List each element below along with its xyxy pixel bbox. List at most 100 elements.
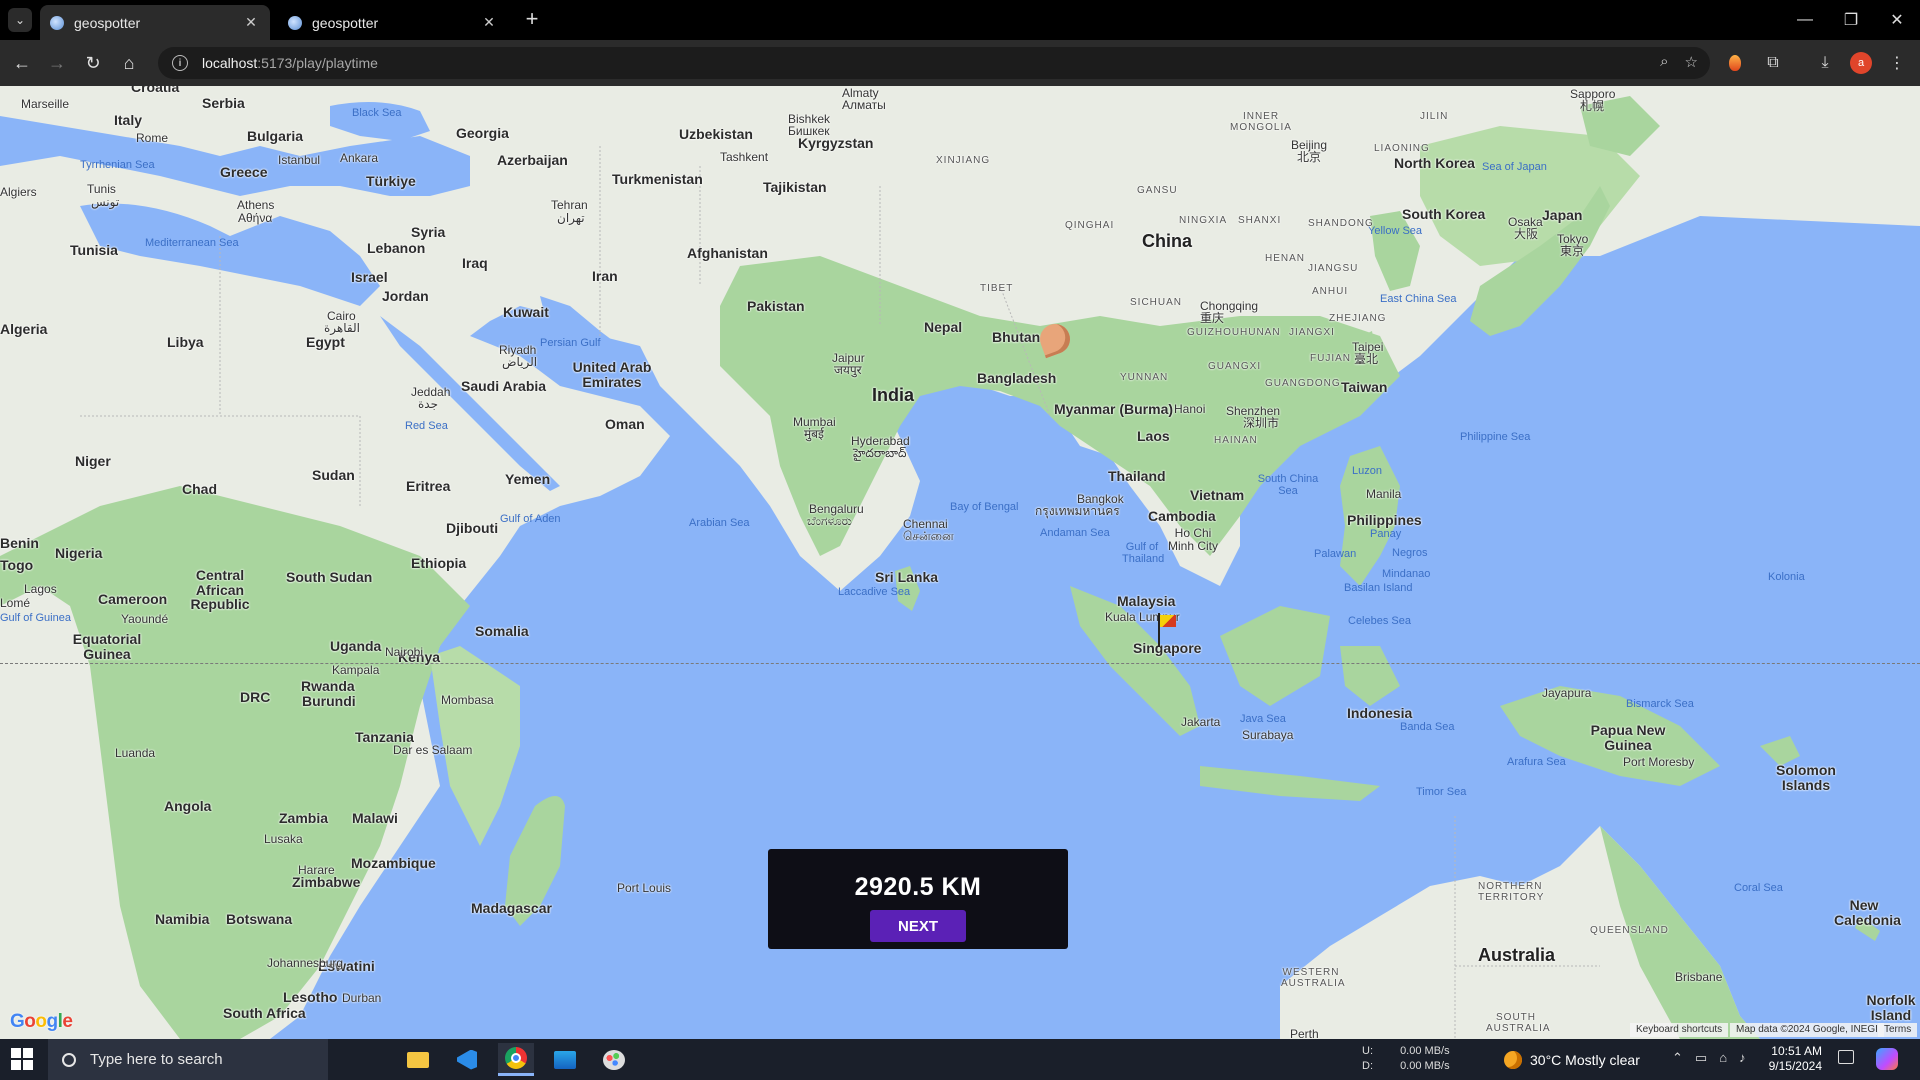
country-label: Myanmar (Burma) [1054,401,1174,417]
back-button[interactable]: ← [9,50,35,76]
city-label: الرياض [502,355,538,369]
restore-button[interactable]: ❐ [1828,0,1874,40]
country-label: Vietnam [1190,487,1245,503]
close-tab-icon[interactable]: ✕ [242,14,260,31]
region-label: GUANGDONG [1265,378,1341,389]
reload-button[interactable]: ↻ [80,50,106,76]
city-label: హైదరాబాద్ [853,446,907,460]
minimize-button[interactable]: — [1782,0,1828,40]
new-tab-button[interactable]: + [520,8,544,32]
city-label: ಬೆಂಗಳೂರು [807,514,852,528]
paint-app-icon[interactable] [596,1043,632,1076]
keyboard-shortcuts-link[interactable]: Keyboard shortcuts [1630,1023,1729,1037]
country-label: Burundi [302,693,356,709]
country-label: New Caledonia [1834,897,1901,928]
forward-button[interactable]: → [44,50,70,76]
sea-label: Red Sea [405,420,448,432]
weather-widget[interactable]: 30°C Mostly clear [1504,1039,1640,1080]
country-label: Turkmenistan [612,171,703,187]
sea-label: Arafura Sea [1507,756,1566,768]
system-tray[interactable]: ⌃ ▭ ⌂ ♪ [1672,1050,1746,1066]
network-icon[interactable]: ⌂ [1719,1050,1727,1066]
region-label: GUIZHOU [1187,327,1241,338]
region-label: JILIN [1420,111,1449,122]
country-label: Türkiye [366,173,416,189]
downloads-icon[interactable]: ⤓ [1814,52,1836,74]
menu-kebab-icon[interactable]: ⋮ [1886,52,1908,74]
city-label: சென்னை [903,529,954,543]
zoom-icon[interactable]: ⌕ [1660,53,1668,71]
next-button[interactable]: NEXT [870,910,966,942]
country-label: Niger [75,453,111,469]
chevron-up-icon[interactable]: ⌃ [1672,1050,1683,1066]
city-label: Jayapura [1542,686,1592,700]
sea-label: Celebes Sea [1348,615,1411,627]
country-label: Sri Lanka [875,569,939,585]
city-label: 東京 [1560,244,1585,258]
sea-label: Sea of Japan [1482,161,1547,173]
city-label: 深圳市 [1243,416,1280,430]
sea-label: Bay of Bengal [950,501,1019,513]
copilot-icon[interactable] [1876,1048,1898,1070]
google-logo[interactable]: Google [10,1011,73,1033]
city-label: मुंबई [804,427,824,441]
terms-link[interactable]: Terms [1878,1023,1918,1037]
volume-icon[interactable]: ♪ [1739,1050,1746,1066]
tab-search-button[interactable]: ⌄ [8,8,32,32]
region-label: GANSU [1137,185,1178,196]
city-label: Harare [298,863,335,877]
country-label: Italy [114,112,143,128]
country-label: Yemen [505,471,551,487]
island-label: Mindanao [1382,568,1431,580]
country-label: Iraq [462,255,488,271]
city-label: Ho Chi Minh City [1168,526,1219,553]
windows-taskbar: Type here to search U: 0.00 MB/s D: 0.00… [0,1039,1920,1080]
file-explorer-icon[interactable] [400,1043,436,1076]
city-label: Алматы [842,98,886,112]
region-label: INNER MONGOLIA [1230,111,1292,133]
extensions-puzzle-icon[interactable]: ⧉ [1762,52,1784,74]
battery-icon[interactable]: ▭ [1695,1050,1707,1066]
country-label: Pakistan [747,298,805,314]
city-label: Lusaka [264,832,303,846]
close-tab-icon[interactable]: ✕ [480,14,498,31]
city-label: Durban [342,991,382,1005]
world-map[interactable]: Black Sea Tyrrhenian Sea Mediterranean S… [0,86,1920,1039]
country-label: Tajikistan [763,179,827,195]
extension-icon[interactable] [1724,52,1746,74]
tab-geospotter-active[interactable]: geospotter ✕ [40,5,270,40]
country-label: Iran [592,268,618,284]
sea-label: Yellow Sea [1368,225,1423,237]
vscode-icon[interactable] [449,1043,485,1076]
country-label: Madagascar [471,900,552,916]
island-label: Basilan Island [1344,582,1413,594]
taskbar-clock[interactable]: 10:51 AM 9/15/2024 [1760,1044,1822,1074]
address-bar[interactable]: i localhost:5173/play/playtime ⌕ ☆ [158,47,1710,79]
bookmark-star-icon[interactable]: ☆ [1685,53,1698,71]
region-label: HENAN [1265,253,1306,264]
profile-avatar[interactable]: a [1850,52,1872,74]
clock-time: 10:51 AM [1771,1044,1822,1058]
country-label: Egypt [306,334,345,350]
country-label: Ethiopia [411,555,467,571]
photos-app-icon[interactable] [547,1043,583,1076]
home-button[interactable]: ⌂ [116,50,142,76]
country-label: Oman [605,416,645,432]
country-label-large: India [872,385,915,405]
island-label: Palawan [1314,548,1357,560]
country-label: Sudan [312,467,355,483]
tab-bar: ⌄ geospotter ✕ geospotter ✕ + — ❐ ✕ [0,0,1920,40]
region-label: SICHUAN [1130,297,1183,308]
country-label: Benin [0,535,39,551]
chrome-icon[interactable] [498,1043,534,1076]
start-button[interactable] [8,1047,36,1071]
taskbar-search[interactable]: Type here to search [48,1039,328,1080]
city-label: Marseille [21,97,70,111]
notification-icon[interactable] [1838,1050,1854,1064]
country-label: Zambia [279,810,329,826]
search-icon [62,1052,76,1067]
tab-geospotter[interactable]: geospotter ✕ [278,5,508,40]
close-window-button[interactable]: ✕ [1874,0,1920,40]
site-info-icon[interactable]: i [172,55,188,71]
city-label: Lomé [0,596,31,610]
